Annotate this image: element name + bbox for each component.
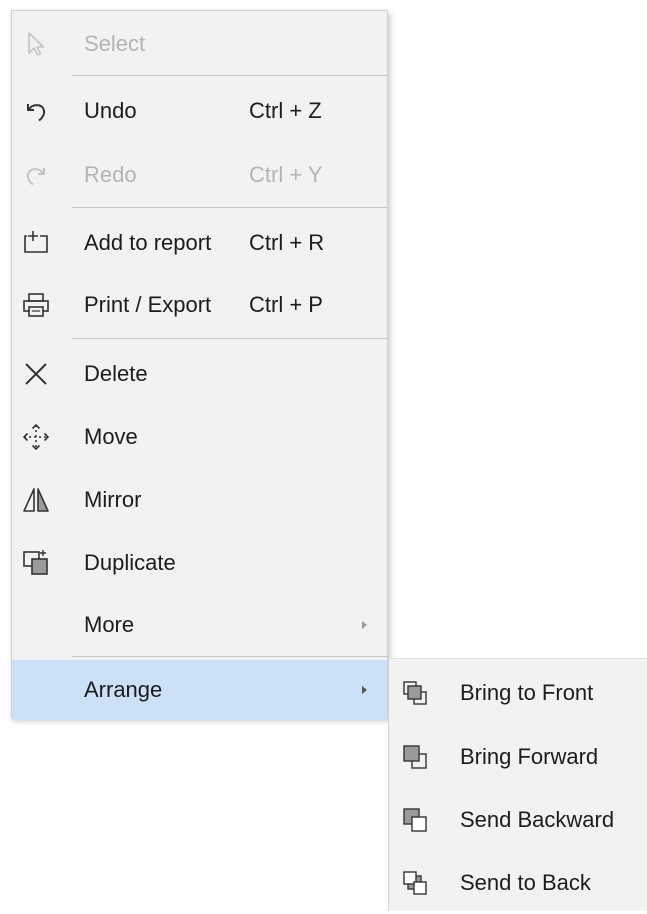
menu-item-redo: Redo Ctrl + Y — [12, 145, 387, 205]
menu-item-select: Select — [12, 14, 387, 74]
duplicate-icon — [21, 548, 51, 578]
submenu-item-label: Bring to Front — [460, 680, 594, 705]
submenu-item-send-to-back[interactable]: Send to Back — [389, 852, 647, 914]
menu-separator — [72, 75, 387, 76]
menu-item-label: Redo — [84, 162, 137, 187]
send-backward-icon — [400, 805, 430, 835]
printer-icon — [21, 290, 51, 320]
bring-to-front-icon — [400, 678, 430, 708]
submenu-item-label: Send Backward — [460, 807, 615, 832]
undo-icon — [21, 96, 51, 126]
menu-item-label: Arrange — [84, 677, 163, 702]
menu-item-duplicate[interactable]: Duplicate — [12, 533, 387, 593]
shortcut-label: Ctrl + P — [249, 292, 323, 317]
menu-item-label: Undo — [84, 98, 137, 123]
shortcut-label: Ctrl + Y — [249, 162, 323, 187]
shortcut-label: Ctrl + Z — [249, 98, 322, 123]
menu-item-label: Print / Export — [84, 292, 212, 317]
menu-item-label: Move — [84, 424, 138, 449]
menu-separator — [72, 207, 387, 208]
arrange-submenu: Bring to Front Bring Forward Send Backwa… — [388, 658, 647, 911]
move-arrows-icon — [21, 422, 51, 452]
close-x-icon — [21, 359, 51, 389]
bring-forward-icon — [400, 742, 430, 772]
submenu-item-label: Send to Back — [460, 870, 591, 895]
redo-icon — [21, 160, 51, 190]
menu-item-arrange[interactable]: Arrange — [12, 660, 387, 720]
send-to-back-icon — [400, 868, 430, 898]
menu-item-label: Delete — [84, 361, 148, 386]
menu-item-label: Mirror — [84, 487, 142, 512]
menu-item-label: More — [84, 612, 135, 637]
menu-item-label: Add to report — [84, 230, 212, 255]
menu-item-move[interactable]: Move — [12, 407, 387, 467]
add-to-report-icon — [21, 228, 51, 258]
menu-item-label: Select — [84, 31, 146, 56]
cursor-icon — [21, 29, 51, 59]
submenu-item-bring-forward[interactable]: Bring Forward — [389, 726, 647, 788]
submenu-arrow-icon — [362, 686, 367, 694]
submenu-item-label: Bring Forward — [460, 744, 599, 769]
menu-item-label: Duplicate — [84, 550, 176, 575]
menu-item-more[interactable]: More — [12, 595, 387, 655]
menu-item-mirror[interactable]: Mirror — [12, 470, 387, 530]
submenu-item-send-backward[interactable]: Send Backward — [389, 789, 647, 851]
menu-item-delete[interactable]: Delete — [12, 344, 387, 404]
menu-item-add-to-report[interactable]: Add to report Ctrl + R — [12, 213, 387, 273]
menu-item-undo[interactable]: Undo Ctrl + Z — [12, 81, 387, 141]
menu-separator — [72, 338, 387, 339]
context-menu: Select Undo Ctrl + Z Redo Ctrl + Y Add t… — [11, 10, 388, 720]
menu-item-print-export[interactable]: Print / Export Ctrl + P — [12, 275, 387, 335]
shortcut-label: Ctrl + R — [249, 230, 325, 255]
mirror-icon — [21, 485, 51, 515]
submenu-item-bring-to-front[interactable]: Bring to Front — [389, 662, 647, 724]
menu-separator — [72, 656, 387, 657]
submenu-arrow-icon — [362, 621, 367, 629]
